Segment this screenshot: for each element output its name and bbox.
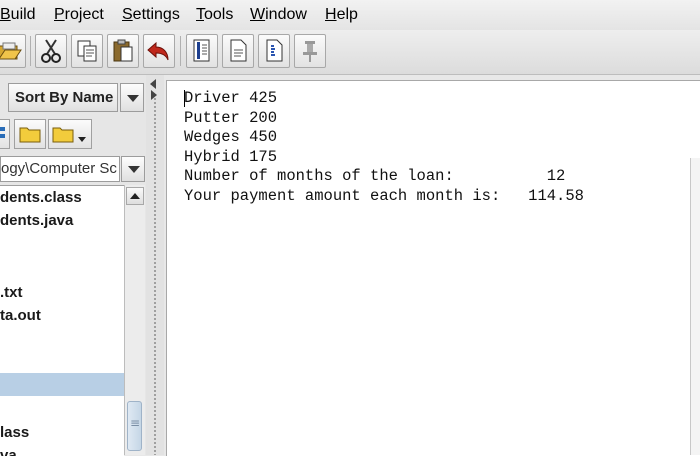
compile-icon xyxy=(193,39,210,62)
cut-icon xyxy=(41,39,61,63)
copy-icon xyxy=(77,40,97,62)
output-line: Wedges 450 xyxy=(184,128,278,147)
menu-help-mnemonic: H xyxy=(325,6,337,23)
menu-settings[interactable]: Settings xyxy=(122,6,180,24)
menu-project-label: roject xyxy=(64,6,104,23)
menu-settings-mnemonic: S xyxy=(122,6,133,23)
menu-build-label: uild xyxy=(10,6,36,23)
file-list: dents.class dents.java .txt ta.out lass … xyxy=(0,185,124,456)
file-item[interactable]: dents.java xyxy=(0,209,124,232)
paste-button[interactable] xyxy=(107,34,139,68)
menu-tools-label: ools xyxy=(204,6,234,23)
file-item-selected[interactable] xyxy=(0,373,124,396)
menu-help-label: elp xyxy=(336,6,358,23)
menu-build[interactable]: Build xyxy=(0,6,36,24)
collapse-left-icon[interactable] xyxy=(150,79,156,89)
folder-menu-button[interactable] xyxy=(48,119,92,149)
output-line: Number of months of the loan: 12 xyxy=(184,167,566,186)
menu-tools[interactable]: Tools xyxy=(196,6,233,24)
pin-icon xyxy=(303,41,317,62)
grid-icon xyxy=(0,127,5,138)
scroll-up-button[interactable] xyxy=(126,187,144,205)
document-button[interactable] xyxy=(222,34,254,68)
browser-action-button[interactable] xyxy=(0,119,10,149)
file-item[interactable]: va xyxy=(0,444,124,456)
file-item[interactable] xyxy=(0,327,124,350)
toolbar xyxy=(0,30,700,75)
toolbar-separator xyxy=(30,36,31,66)
folder-button[interactable] xyxy=(14,119,46,149)
menu-bar: Build Project Settings Tools Window Help xyxy=(0,0,700,31)
menu-project-mnemonic: P xyxy=(54,6,65,23)
output-text: Driver 425 Putter 200 Wedges 450 Hybrid … xyxy=(184,89,584,207)
javadoc-icon xyxy=(266,39,283,62)
undo-icon xyxy=(147,41,169,61)
file-item[interactable] xyxy=(0,255,124,278)
menu-tools-mnemonic: T xyxy=(196,6,204,23)
menu-window-label: indow xyxy=(265,6,307,23)
document-icon xyxy=(230,39,247,62)
cut-button[interactable] xyxy=(35,34,67,68)
output-line: Driver 425 xyxy=(184,89,278,107)
folder-icon xyxy=(19,127,41,143)
paste-icon xyxy=(113,39,133,62)
folder-menu-icon xyxy=(52,127,86,143)
undo-button[interactable] xyxy=(143,34,175,68)
menu-window-mnemonic: W xyxy=(250,6,266,23)
menu-build-mnemonic: B xyxy=(0,6,11,23)
output-line: Putter 200 xyxy=(184,108,278,127)
output-line: Your payment amount each month is: 114.5… xyxy=(184,186,584,205)
file-item[interactable] xyxy=(0,232,124,255)
file-item[interactable]: .txt xyxy=(0,281,124,304)
open-button[interactable] xyxy=(0,34,26,68)
copy-button[interactable] xyxy=(71,34,103,68)
panel-splitter[interactable] xyxy=(146,75,164,455)
menu-help[interactable]: Help xyxy=(325,6,358,24)
menu-project[interactable]: Project xyxy=(54,6,104,24)
file-list-scrollbar[interactable] xyxy=(124,185,145,455)
splitter-grip xyxy=(153,97,157,455)
path-bar: ogy\Computer Sc xyxy=(0,156,146,182)
sort-bar: Sort By Name xyxy=(0,83,146,113)
output-line: Hybrid 175 xyxy=(184,147,278,166)
file-item[interactable]: lass xyxy=(0,421,124,444)
file-item[interactable] xyxy=(0,396,124,419)
open-icon xyxy=(0,42,22,60)
javadoc-button[interactable] xyxy=(258,34,290,68)
menu-settings-label: ettings xyxy=(132,6,180,23)
file-item[interactable]: dents.class xyxy=(0,186,124,209)
scroll-thumb[interactable] xyxy=(127,401,142,451)
pin-button[interactable] xyxy=(294,34,326,68)
menu-window[interactable]: Window xyxy=(250,6,307,24)
browser-button-row xyxy=(0,117,146,151)
file-browser-panel: Sort By Name ogy\Computer Sc dents.class… xyxy=(0,75,146,456)
output-pane[interactable]: Driver 425 Putter 200 Wedges 450 Hybrid … xyxy=(166,80,700,456)
output-scrollbar[interactable] xyxy=(690,158,700,455)
sort-dropdown-arrow[interactable] xyxy=(120,83,144,112)
sort-by-name-button[interactable]: Sort By Name xyxy=(8,83,118,112)
compile-button[interactable] xyxy=(186,34,218,68)
path-field[interactable]: ogy\Computer Sc xyxy=(0,156,120,182)
file-item[interactable]: ta.out xyxy=(0,304,124,327)
text-caret xyxy=(184,90,185,107)
path-dropdown-arrow[interactable] xyxy=(121,156,145,182)
toolbar-separator xyxy=(180,36,181,66)
